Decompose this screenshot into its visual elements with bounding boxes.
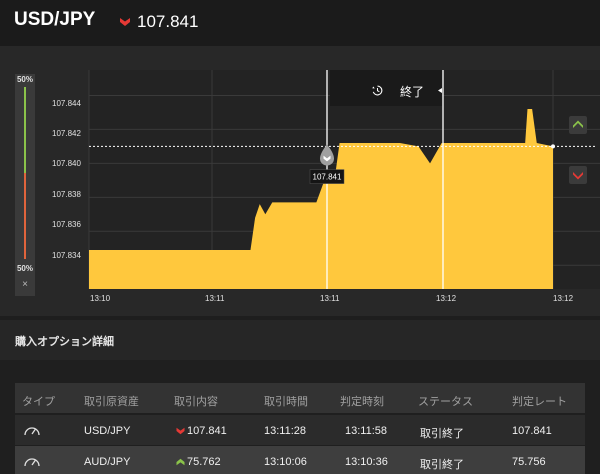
cell-asset: USD/JPY [84, 425, 131, 437]
section-title: 購入オプション詳細 [15, 336, 114, 348]
col-header-asset: 取引原資産 [84, 396, 139, 408]
col-header-status: ステータス [418, 396, 473, 408]
gauge-icon [24, 427, 40, 436]
cell-judge-time: 13:11:58 [345, 425, 388, 437]
cell-time: 13:10:06 [264, 456, 307, 468]
cell-status: 取引終了 [420, 459, 464, 471]
put-button[interactable] [569, 166, 587, 184]
cell-rate: 107.841 [187, 425, 227, 437]
col-header-judge-rate: 判定レート [512, 396, 567, 408]
cell-asset: AUD/JPY [84, 456, 131, 468]
col-header-time: 取引時間 [264, 396, 308, 408]
x-tick-label: 13:10 [90, 294, 111, 303]
cell-status: 取引終了 [420, 428, 464, 440]
col-header-type: タイプ [22, 396, 55, 408]
x-tick-label: 13:11 [205, 294, 225, 303]
x-tick-label: 13:12 [436, 294, 457, 303]
call-button[interactable] [569, 116, 587, 134]
current-rate-dot [551, 144, 555, 149]
history-icon [372, 85, 383, 96]
direction-up-icon [176, 458, 185, 466]
col-header-direction: 取引内容 [174, 396, 218, 408]
cell-rate: 75.762 [187, 456, 221, 468]
cell-judge-time: 13:10:36 [345, 456, 388, 468]
expiry-callout [330, 70, 442, 106]
x-tick-label: 13:11 [320, 294, 340, 303]
cell-time: 13:11:28 [264, 425, 307, 437]
price-chart[interactable]: 107.841 [0, 0, 600, 320]
col-header-judge-time: 判定時刻 [340, 396, 384, 408]
cell-judge-rate: 75.756 [512, 456, 546, 468]
gauge-icon [24, 458, 40, 467]
expiry-label: 終了 [400, 85, 425, 99]
x-tick-label: 13:12 [553, 294, 574, 303]
price-tag-label: 107.841 [313, 173, 342, 182]
cell-judge-rate: 107.841 [512, 425, 552, 437]
direction-down-icon [176, 427, 185, 435]
